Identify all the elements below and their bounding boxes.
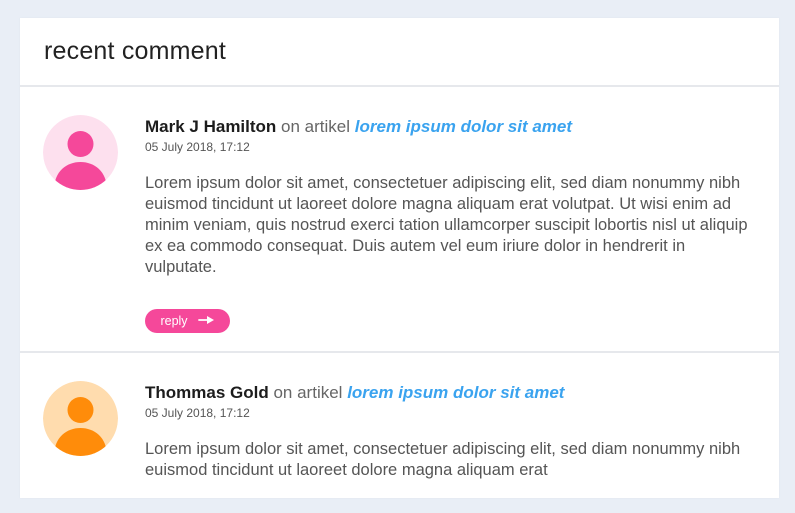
avatar [43,381,118,456]
comment-author: Thommas Gold [145,383,269,402]
user-icon [43,381,118,456]
arrow-right-icon [197,314,215,328]
comment-text: Lorem ipsum dolor sit amet, consectetuer… [145,174,748,276]
comment-timestamp: 05 July 2018, 17:12 [145,140,250,154]
comment-meta: Mark J Hamilton on artikel lorem ipsum d… [145,117,755,137]
comment-body: Thommas Gold on artikel lorem ipsum dolo… [145,383,755,481]
user-icon [43,115,118,190]
comment-text: Lorem ipsum dolor sit amet, consectetuer… [145,440,741,479]
comment-item: Mark J Hamilton on artikel lorem ipsum d… [20,87,779,353]
panel-title: recent comment [44,37,227,65]
on-article-text: on artikel [281,117,351,136]
reply-label: reply [160,314,188,328]
comment-item: Thommas Gold on artikel lorem ipsum dolo… [20,353,779,513]
on-article-text: on artikel [273,383,343,402]
reply-button[interactable]: reply [145,309,230,333]
recent-comment-panel: recent comment Mark J Hamilton on artike… [20,18,779,498]
avatar [43,115,118,190]
panel-header: recent comment [20,18,779,87]
comment-author: Mark J Hamilton [145,117,277,136]
comment-meta: Thommas Gold on artikel lorem ipsum dolo… [145,383,755,403]
comment-body: Mark J Hamilton on artikel lorem ipsum d… [145,117,755,278]
article-link[interactable]: lorem ipsum dolor sit amet [355,117,572,136]
article-link[interactable]: lorem ipsum dolor sit amet [347,383,564,402]
comment-timestamp: 05 July 2018, 17:12 [145,406,250,420]
